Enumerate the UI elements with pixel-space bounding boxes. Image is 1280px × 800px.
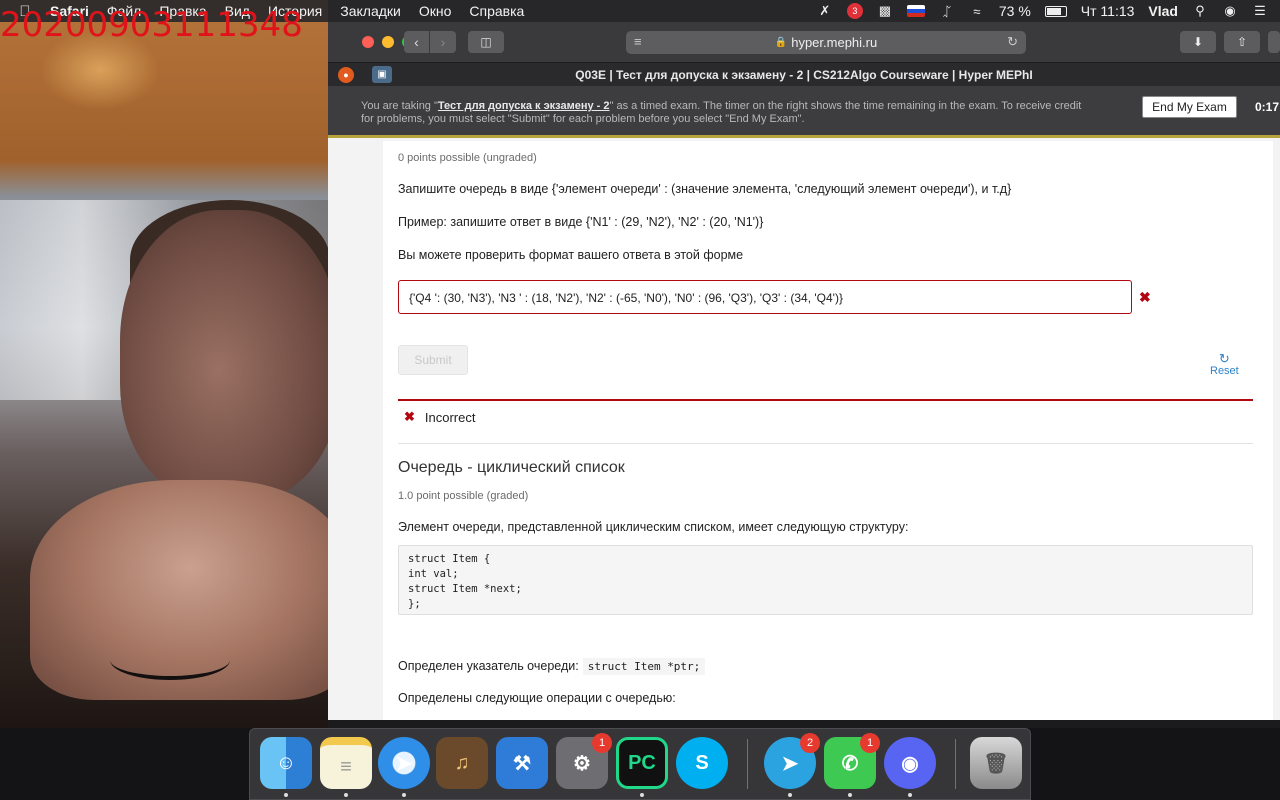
dock-trash-icon[interactable]: 🗑: [970, 737, 1022, 789]
close-window-button[interactable]: [362, 36, 374, 48]
share-button[interactable]: ⇧: [1224, 31, 1260, 53]
safari-window: ‹ › ◫ ≡ 🔒 hyper.mephi.ru ↻ ⬇ ⇧ ● ▣ Q03E …: [328, 22, 1280, 720]
user-name[interactable]: Vlad: [1148, 3, 1178, 19]
dock-discord-icon[interactable]: ◉: [884, 737, 936, 789]
battery-percent[interactable]: 73 %: [999, 3, 1031, 19]
facetime-badge: 1: [860, 733, 880, 753]
reset-button[interactable]: ↻ Reset: [1210, 351, 1239, 377]
reload-icon[interactable]: ↻: [1007, 34, 1018, 50]
dock-running-dot: [344, 793, 348, 797]
dock-facetime-icon[interactable]: ✆ 1: [824, 733, 880, 789]
exam-name-link[interactable]: Тест для допуска к экзамену - 2: [438, 100, 610, 112]
problem2-points: 1.0 point possible (graded): [398, 490, 529, 502]
webcam-bracelet: [110, 640, 230, 680]
status-text: Incorrect: [424, 409, 476, 425]
incorrect-icon: ✖: [404, 409, 415, 424]
operations-text: Определены следующие операции с очередью…: [398, 691, 676, 705]
dock-xcode-icon[interactable]: ⚒: [496, 737, 548, 789]
webcam-timestamp: 20200903111348: [0, 5, 303, 45]
course-page: 0 points possible (ungraded) Запишите оч…: [383, 141, 1273, 720]
menu-help[interactable]: Справка: [469, 3, 524, 19]
dock-pycharm-icon[interactable]: PC: [616, 737, 668, 789]
menu-window[interactable]: Окно: [419, 3, 452, 19]
system-preferences-badge: 1: [592, 733, 612, 753]
problem1-check-hint: Вы можете проверить формат вашего ответа…: [398, 248, 744, 262]
battery-icon[interactable]: [1044, 5, 1067, 17]
dock-separator: [747, 739, 748, 789]
dock-separator: [955, 739, 956, 789]
problem1-points: 0 points possible (ungraded): [398, 152, 537, 164]
bluetooth-icon[interactable]: ᛢ: [939, 4, 955, 19]
back-button[interactable]: ‹: [404, 31, 430, 53]
menu-bookmarks[interactable]: Закладки: [340, 3, 401, 19]
wifi-icon[interactable]: ≈: [969, 4, 985, 19]
dock-finder-icon[interactable]: ☺: [260, 737, 312, 789]
problem1-instruction: Запишите очередь в виде {'элемент очеред…: [398, 182, 1012, 196]
spotlight-search-icon[interactable]: ⚲: [1192, 3, 1208, 18]
notification-center-icon[interactable]: ☰: [1252, 3, 1268, 18]
end-my-exam-button[interactable]: End My Exam: [1142, 96, 1237, 118]
tool-icon[interactable]: ✗: [817, 3, 833, 18]
dock-safari-icon[interactable]: ➤: [378, 737, 430, 789]
problem1-example: Пример: запишите ответ в виде {'N1' : (2…: [398, 215, 764, 229]
reader-icon[interactable]: ≡: [634, 34, 642, 49]
dock-running-dot: [788, 793, 792, 797]
pointer-line: Определен указатель очереди: struct Item …: [398, 658, 706, 675]
struct-code-block: struct Item { int val; struct Item *next…: [398, 545, 1253, 615]
dock-system-preferences-icon[interactable]: ⚙ 1: [556, 733, 612, 789]
sidebar-toggle-button[interactable]: ◫: [468, 31, 504, 53]
tabs-button[interactable]: [1268, 31, 1280, 53]
incorrect-x-icon: ✖: [1139, 289, 1151, 305]
notification-badge[interactable]: 3: [846, 3, 863, 19]
clock[interactable]: Чт 11:13: [1081, 3, 1135, 19]
pointer-code: struct Item *ptr;: [582, 658, 706, 675]
problem-divider: [398, 443, 1253, 444]
tab-title[interactable]: Q03E | Тест для допуска к экзамену - 2 |…: [328, 68, 1280, 82]
exam-banner-message: You are taking "Тест для допуска к экзам…: [361, 100, 1082, 125]
siri-icon[interactable]: ◉: [1222, 3, 1238, 18]
nav-buttons: ‹ ›: [404, 31, 456, 53]
url-text: hyper.mephi.ru: [791, 35, 878, 50]
pointer-text: Определен указатель очереди:: [398, 659, 579, 673]
submit-button[interactable]: Submit: [398, 345, 468, 375]
dock-skype-icon[interactable]: S: [676, 737, 728, 789]
webcam-overlay: [0, 0, 328, 728]
forward-button[interactable]: ›: [430, 31, 456, 53]
dock-running-dot: [402, 793, 406, 797]
reset-label: Reset: [1210, 365, 1239, 377]
dock-notes-icon[interactable]: ≡: [320, 737, 372, 789]
answer-input[interactable]: {'Q4 ': (30, 'N3'), 'N3 ' : (18, 'N2'), …: [398, 280, 1132, 314]
exam-timer: 0:17:: [1255, 100, 1280, 114]
dock-running-dot: [848, 793, 852, 797]
downloads-button[interactable]: ⬇: [1180, 31, 1216, 53]
problem2-description: Элемент очереди, представленной цикличес…: [398, 520, 909, 534]
reset-icon: ↻: [1218, 351, 1230, 366]
toolbar-right: ⬇ ⇧: [1180, 31, 1280, 53]
input-source-flag-icon[interactable]: [906, 5, 925, 17]
screen-share-icon[interactable]: ▩: [877, 3, 893, 18]
minimize-window-button[interactable]: [382, 36, 394, 48]
dock-running-dot: [284, 793, 288, 797]
problem2-title: Очередь - циклический список: [398, 459, 625, 476]
dock: ☺ ≡ ➤ ♫ ⚒ ⚙ 1 PC S ➤ 2 ✆ 1 ◉ 🗑: [249, 728, 1031, 800]
incorrect-status: ✖ Incorrect: [398, 399, 1253, 433]
dock-instruments-icon[interactable]: ♫: [436, 737, 488, 789]
address-bar[interactable]: ≡ 🔒 hyper.mephi.ru ↻: [626, 31, 1026, 54]
dock-running-dot: [640, 793, 644, 797]
browser-toolbar: ‹ › ◫ ≡ 🔒 hyper.mephi.ru ↻ ⬇ ⇧: [328, 22, 1280, 62]
timed-exam-banner: You are taking "Тест для допуска к экзам…: [328, 86, 1280, 138]
dock-telegram-icon[interactable]: ➤ 2: [764, 733, 820, 789]
lock-icon: 🔒: [774, 37, 788, 48]
webcam-head: [120, 210, 328, 500]
dock-running-dot: [908, 793, 912, 797]
tab-bar: ● ▣ Q03E | Тест для допуска к экзамену -…: [328, 62, 1280, 86]
telegram-badge: 2: [800, 733, 820, 753]
